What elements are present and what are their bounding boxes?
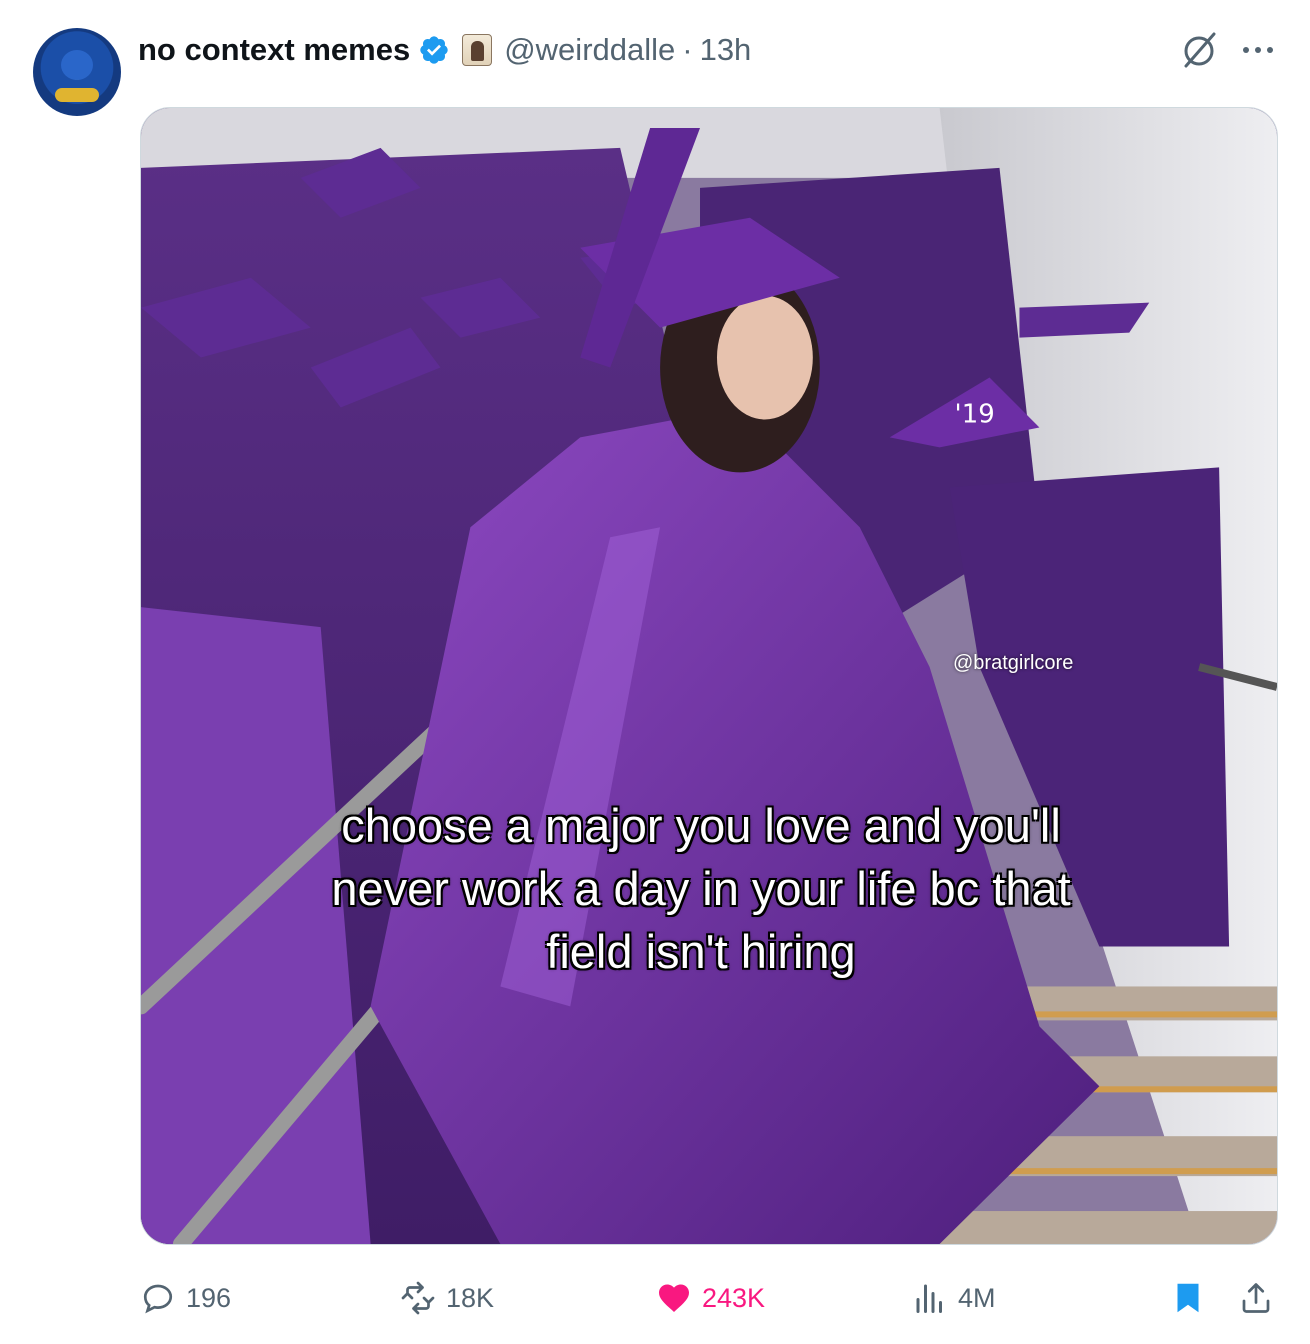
share-button[interactable] xyxy=(1238,1270,1274,1326)
post-image[interactable]: '19 @bratgirlcore choose a major you lov… xyxy=(140,107,1278,1245)
timestamp[interactable]: 13h xyxy=(700,32,752,68)
cap-number-text: '19 xyxy=(955,399,995,429)
bookmark-icon xyxy=(1177,1283,1199,1313)
repost-button[interactable]: 18K xyxy=(400,1270,494,1326)
repost-count: 18K xyxy=(446,1282,495,1313)
like-button[interactable]: 243K xyxy=(656,1270,765,1326)
grok-icon[interactable] xyxy=(1180,30,1220,70)
meme-caption: choose a major you love and you'll never… xyxy=(331,799,1071,978)
avatar-mascot-face xyxy=(61,50,93,80)
avatar[interactable] xyxy=(33,28,121,116)
views-count: 4M xyxy=(958,1282,996,1313)
share-icon xyxy=(1242,1283,1270,1313)
views-button[interactable]: 4M xyxy=(912,1270,996,1326)
reply-icon xyxy=(143,1284,173,1314)
more-icon[interactable] xyxy=(1238,40,1278,60)
affiliate-badge-icon[interactable] xyxy=(462,34,493,66)
reply-button[interactable]: 196 xyxy=(140,1270,231,1326)
reply-count: 196 xyxy=(186,1282,232,1313)
display-name[interactable]: no context memes xyxy=(138,32,410,68)
repost-icon xyxy=(401,1281,435,1315)
post-header: no context memes @weirddalle · 13h xyxy=(138,30,751,70)
handle[interactable]: @weirddalle xyxy=(504,32,675,68)
views-icon xyxy=(916,1284,942,1313)
like-count: 243K xyxy=(702,1282,766,1313)
graduation-photo: '19 xyxy=(141,108,1277,1244)
heart-icon xyxy=(659,1284,689,1312)
bookmark-button[interactable] xyxy=(1170,1270,1206,1326)
action-bar: 196 18K 243K 4M xyxy=(0,1270,1310,1326)
image-watermark: @bratgirlcore xyxy=(953,652,1074,674)
separator-dot: · xyxy=(682,32,693,67)
verified-badge-icon[interactable] xyxy=(418,34,450,66)
avatar-mascot-belt xyxy=(55,88,99,102)
